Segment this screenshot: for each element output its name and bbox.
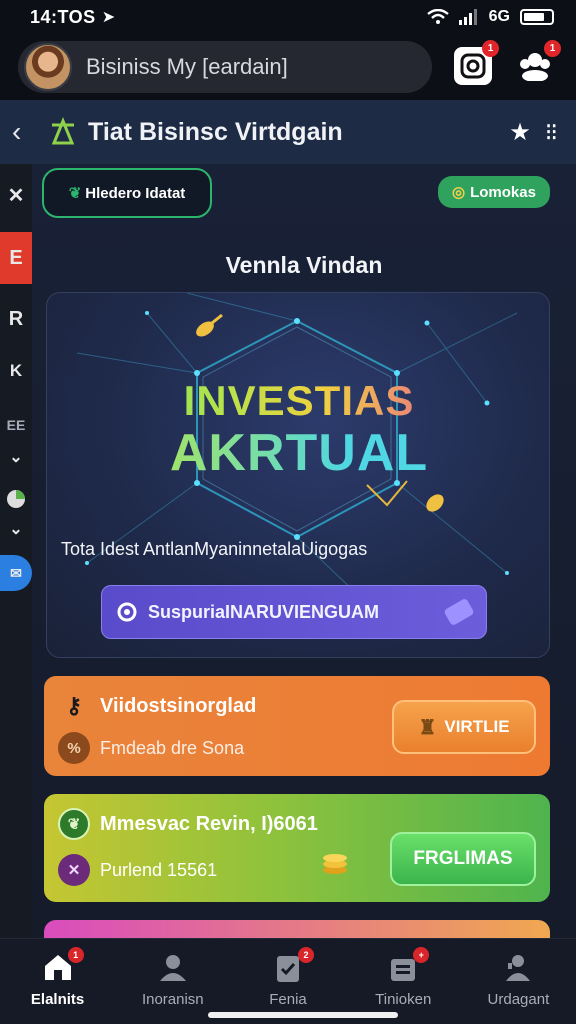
tab-label: Tinioken	[375, 991, 432, 1008]
status-indicators: 6G	[426, 8, 554, 26]
header-actions: ★ ⁝⁝	[509, 118, 558, 147]
tab-badge: 1	[67, 947, 84, 963]
camera-icon	[460, 53, 486, 79]
home-indicator[interactable]	[208, 1012, 398, 1018]
back-icon[interactable]: ‹	[12, 116, 36, 148]
card-item-partial[interactable]	[44, 920, 550, 938]
rail-item-ee[interactable]: EE	[0, 414, 32, 436]
agent-icon	[502, 951, 534, 983]
rail-chevron-icon[interactable]: ⌄	[0, 446, 32, 468]
camera-badge: 1	[482, 40, 499, 57]
search-bar[interactable]: Bisiniss My [eardain]	[18, 41, 432, 93]
tab-label: Elalnits	[30, 991, 85, 1008]
leaf-icon: ❦	[68, 185, 82, 202]
card-subtitle: Purlend 15561	[100, 859, 218, 880]
home-icon: 1	[42, 947, 84, 983]
location-icon: ➤	[101, 9, 116, 26]
briefcase-icon: +	[387, 947, 430, 983]
people-button[interactable]: 1	[516, 40, 561, 85]
tab-label: Fenia	[269, 991, 307, 1008]
coin-stack-icon	[320, 846, 350, 876]
header-bar: ‹ Tiat Bisinsc Virtdgain ★ ⁝⁝	[0, 100, 576, 164]
rail-pie-icon[interactable]	[0, 484, 32, 514]
card-title-row: ⚷ Viidostsinorglad	[58, 690, 256, 722]
hero-card[interactable]: INVESTIAS AKRTUAL Tota Idest AntlanMyani…	[46, 292, 550, 658]
page-title: Tiat Bisinsc Virtdgain	[88, 117, 343, 146]
people-badge: 1	[544, 40, 561, 57]
tab-agent[interactable]: Urdagant	[461, 939, 576, 1024]
tab-label: Urdagant	[487, 991, 550, 1008]
app-logo-icon	[51, 117, 75, 145]
filter-chip-right-label: Lomokas	[470, 183, 536, 201]
edit-icon	[443, 597, 475, 627]
tab-label: Inoranisn	[141, 991, 204, 1008]
key-icon: ⚷	[65, 693, 83, 718]
section-title: Vennla Vindan	[225, 252, 383, 278]
tab-badge: +	[413, 947, 430, 963]
left-rail: ✕ E R K EE ⌄ ⌄ ✉	[0, 164, 32, 938]
card-sub-row: % Fmdeab dre Sona	[58, 732, 244, 764]
app-screen: 14:TOS ➤ 6G Bisiniss My [eardain] 1 1 ‹ …	[0, 0, 576, 1024]
percent-icon: %	[58, 732, 90, 764]
card-sub-row: ✕ Purlend 15561	[58, 854, 217, 886]
battery-icon	[520, 9, 554, 25]
rail-item-close[interactable]: ✕	[0, 182, 32, 208]
rail-chevron-icon-2[interactable]: ⌄	[0, 518, 32, 540]
card-action-label: VIRTLIE	[444, 717, 510, 736]
tab-home[interactable]: 1 Elalnits	[0, 939, 115, 1024]
top-app-bar: Bisiniss My [eardain] 1 1	[0, 34, 576, 100]
rail-item-e[interactable]: E	[0, 232, 32, 284]
money-bag-icon: ♜	[418, 716, 437, 739]
tab-badge: 2	[298, 947, 314, 963]
more-icon[interactable]: ⁝⁝	[545, 118, 558, 147]
card-title: Mmesvac Revin, I)6061	[100, 812, 318, 835]
signal-icon	[458, 9, 477, 25]
card-subtitle: Fmdeab dre Sona	[100, 737, 245, 758]
rail-item-k[interactable]: K	[0, 358, 32, 384]
status-time: 14:TOS	[30, 6, 96, 27]
card-item[interactable]: ⚷ Viidostsinorglad % Fmdeab dre Sona ♜ V…	[44, 676, 550, 776]
star-icon[interactable]: ★	[509, 118, 531, 147]
hero-subtitle: Tota Idest AntlanMyaninnetalaUigogas	[61, 539, 368, 559]
filter-chip-left[interactable]: ❦ Hledero Idatat	[42, 168, 212, 218]
wifi-icon	[426, 9, 449, 24]
card-title: Viidostsinorglad	[100, 694, 257, 717]
hero-cta-button[interactable]: SuspuriaINARUVIENGUAM	[101, 585, 487, 639]
main-content: ❦ Hledero Idatat ◎ Lomokas Vennla Vindan	[32, 164, 576, 938]
rail-item-r[interactable]: R	[0, 304, 32, 334]
hero-headline-2: AKRTUAL	[47, 423, 549, 483]
rail-mail-icon[interactable]: ✉	[0, 554, 32, 592]
camera-button[interactable]: 1	[454, 40, 499, 85]
filter-chip-left-label: Hledero Idatat	[85, 184, 186, 202]
card-title-row: ❦ Mmesvac Revin, I)6061	[58, 808, 318, 840]
hero-headline: INVESTIAS	[47, 377, 549, 425]
card-action-button[interactable]: ♜ VIRTLIE	[392, 700, 536, 754]
location-pin-icon	[117, 602, 137, 622]
card-action-button[interactable]: FRGLIMAS	[390, 832, 536, 886]
avatar[interactable]	[24, 43, 72, 91]
leaf-icon: ❦	[58, 808, 90, 840]
network-label: 6G	[488, 8, 510, 25]
percent-icon: ✕	[58, 854, 90, 886]
filter-chip-right[interactable]: ◎ Lomokas	[438, 176, 550, 208]
coins-icon: ◎	[452, 184, 466, 201]
search-text: Bisiniss My [eardain]	[86, 54, 288, 79]
status-bar: 14:TOS ➤ 6G	[0, 0, 576, 34]
hero-cta-label: SuspuriaINARUVIENGUAM	[148, 601, 380, 622]
person-icon	[157, 951, 189, 983]
clipboard-icon: 2	[272, 947, 314, 983]
card-action-label: FRGLIMAS	[413, 848, 513, 869]
card-item[interactable]: ❦ Mmesvac Revin, I)6061 ✕ Purlend 15561 …	[44, 794, 550, 902]
